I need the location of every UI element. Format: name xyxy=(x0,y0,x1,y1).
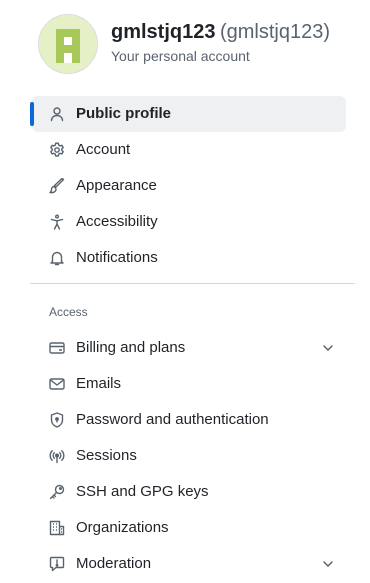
key-icon xyxy=(49,484,65,500)
login-name: (gmlstjq123) xyxy=(219,21,330,43)
nav-item-billing-and-plans[interactable]: Billing and plans xyxy=(32,330,346,366)
credit-card-icon xyxy=(49,340,65,356)
bell-icon xyxy=(49,250,65,266)
nav-item-label: Notifications xyxy=(76,249,158,266)
mail-icon xyxy=(49,376,65,392)
chevron-down-icon[interactable] xyxy=(320,340,336,356)
avatar[interactable] xyxy=(38,14,98,74)
account-subtitle: Your personal account xyxy=(111,48,250,64)
nav-item-label: Public profile xyxy=(76,105,172,122)
nav-item-label: Accessibility xyxy=(76,213,158,230)
organization-icon xyxy=(49,520,65,536)
account-header: gmlstjq123 (gmlstjq123) Your personal ac… xyxy=(38,14,370,74)
display-name[interactable]: gmlstjq123 xyxy=(111,21,215,43)
nav-item-public-profile[interactable]: Public profile xyxy=(30,96,346,132)
nav-item-notifications[interactable]: Notifications xyxy=(32,240,346,276)
paintbrush-icon xyxy=(49,178,65,194)
nav-item-moderation[interactable]: Moderation xyxy=(32,546,346,582)
nav-item-label: Account xyxy=(76,141,131,158)
nav-item-label: Organizations xyxy=(76,519,169,536)
broadcast-icon xyxy=(49,448,65,464)
nav-item-label: Billing and plans xyxy=(76,339,186,356)
access-heading: Access xyxy=(49,305,88,319)
nav-item-ssh-and-gpg-keys[interactable]: SSH and GPG keys xyxy=(32,474,346,510)
nav-item-label: Sessions xyxy=(76,447,137,464)
accessibility-icon xyxy=(49,214,65,230)
identicon-icon xyxy=(39,15,97,73)
nav-item-account[interactable]: Account xyxy=(32,132,346,168)
nav-item-appearance[interactable]: Appearance xyxy=(32,168,346,204)
nav-item-label: Emails xyxy=(76,375,122,392)
chevron-down-icon[interactable] xyxy=(320,556,336,572)
report-icon xyxy=(49,556,65,572)
nav-item-sessions[interactable]: Sessions xyxy=(32,438,346,474)
active-indicator xyxy=(30,102,34,126)
access-nav: Billing and plans Emails Password and au… xyxy=(32,330,346,582)
account-title: gmlstjq123 (gmlstjq123) Your personal ac… xyxy=(111,18,330,66)
nav-item-label: SSH and GPG keys xyxy=(76,483,209,500)
gear-icon xyxy=(49,142,65,158)
nav-item-emails[interactable]: Emails xyxy=(32,366,346,402)
nav-item-organizations[interactable]: Organizations xyxy=(32,510,346,546)
nav-item-label: Password and authentication xyxy=(76,411,269,428)
section-divider xyxy=(30,283,355,284)
nav-item-accessibility[interactable]: Accessibility xyxy=(32,204,346,240)
nav-item-label: Appearance xyxy=(76,177,157,194)
nav-item-label: Moderation xyxy=(76,555,152,572)
nav-item-password-and-authentication[interactable]: Password and authentication xyxy=(32,402,346,438)
settings-nav: Public profile Account Appearance Access… xyxy=(30,96,346,276)
shield-lock-icon xyxy=(49,412,65,428)
person-icon xyxy=(49,106,65,122)
